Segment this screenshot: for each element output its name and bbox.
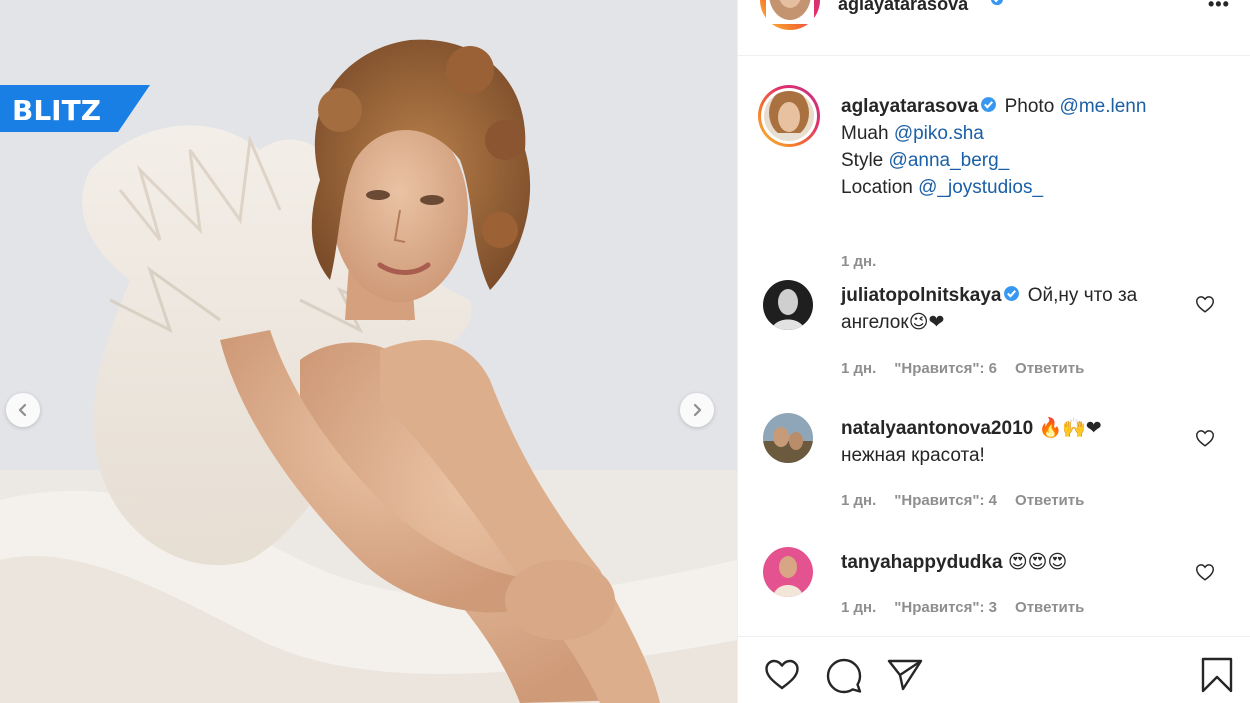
bookmark-icon (1201, 657, 1233, 693)
heart-icon (765, 659, 799, 690)
comment-emoji: 🔥🙌❤ (1038, 417, 1102, 439)
post-photo[interactable]: BLITZ (0, 0, 737, 703)
caption-avatar-image (764, 91, 814, 141)
comments-list[interactable]: aglayatarasova Photo @me.lenn Muah @piko… (738, 57, 1250, 635)
more-options-button[interactable]: ••• (1208, 0, 1230, 15)
comment-time[interactable]: 1 дн. (841, 492, 876, 509)
comment-time[interactable]: 1 дн. (841, 599, 876, 616)
post-action-bar (738, 636, 1250, 703)
comment-item: natalyaantonova2010 🔥🙌❤ нежная красота! … (738, 413, 1250, 523)
comment-text: tanyahappydudka 😍😍😍 (841, 549, 1181, 576)
chevron-left-icon (18, 403, 27, 417)
reply-button[interactable]: Ответить (1015, 360, 1084, 377)
comment-meta: 1 дн. "Нравится": 3 Ответить (841, 599, 1084, 616)
comment-item: tanyahappydudka 😍😍😍 1 дн. "Нравится": 3 … (738, 547, 1250, 627)
author-avatar-image (766, 0, 814, 24)
like-comment-heart-icon[interactable] (1194, 427, 1216, 449)
comment-bubble-icon (826, 658, 862, 694)
previous-photo-button[interactable] (6, 393, 40, 427)
commenter-avatar-image (763, 280, 813, 330)
reply-button[interactable]: Ответить (1015, 492, 1084, 509)
header-username[interactable]: aglayatarasova (838, 0, 968, 15)
chevron-right-icon (693, 403, 702, 417)
like-button[interactable] (762, 655, 802, 695)
share-button[interactable] (885, 655, 925, 695)
comment-time[interactable]: 1 дн. (841, 360, 876, 377)
caption-location-label: Location (841, 177, 913, 198)
verified-badge-icon (981, 97, 997, 112)
caption-timestamp[interactable]: 1 дн. (841, 253, 876, 270)
save-button[interactable] (1197, 655, 1237, 695)
caption-style-label: Style (841, 150, 884, 171)
like-comment-heart-icon[interactable] (1194, 561, 1216, 583)
comment-emoji: 😍😍😍 (1007, 551, 1068, 573)
mention-location[interactable]: @_joystudios_ (918, 177, 1043, 198)
caption-author-avatar[interactable] (758, 85, 820, 147)
commenter-avatar[interactable] (763, 280, 813, 330)
reply-button[interactable]: Ответить (1015, 599, 1084, 616)
mention-muah[interactable]: @piko.sha (894, 123, 984, 144)
comment-meta: 1 дн. "Нравится": 4 Ответить (841, 492, 1084, 509)
comment-item: juliatopolnitskaya Ой,ну что за ангелок😉… (738, 280, 1250, 390)
caption-muah-label: Muah (841, 123, 889, 144)
like-comment-heart-icon[interactable] (1194, 293, 1216, 315)
post-side-panel: aglayatarasova ••• aglayatarasova Photo … (737, 0, 1250, 703)
commenter-avatar[interactable] (763, 413, 813, 463)
comment-text: juliatopolnitskaya Ой,ну что за ангелок😉… (841, 282, 1181, 336)
comment-likes[interactable]: "Нравится": 4 (894, 492, 997, 509)
post-header: aglayatarasova ••• (738, 0, 1250, 56)
comment-meta: 1 дн. "Нравится": 6 Ответить (841, 360, 1084, 377)
author-avatar[interactable] (760, 0, 820, 30)
comment-likes[interactable]: "Нравится": 6 (894, 360, 997, 377)
commenter-avatar[interactable] (763, 547, 813, 597)
commenter-avatar-image (763, 547, 813, 597)
mention-photographer[interactable]: @me.lenn (1060, 96, 1147, 117)
caption-username[interactable]: aglayatarasova (841, 96, 978, 117)
commenter-avatar-image (763, 413, 813, 463)
blitz-logo-text: BLITZ (12, 94, 102, 127)
comment-likes[interactable]: "Нравится": 3 (894, 599, 997, 616)
comment-username[interactable]: tanyahappydudka (841, 552, 1003, 573)
next-photo-button[interactable] (680, 393, 714, 427)
comment-button[interactable] (824, 655, 864, 695)
verified-badge-icon (990, 0, 1004, 6)
comment-text: natalyaantonova2010 🔥🙌❤ нежная красота! (841, 415, 1181, 469)
paper-plane-icon (887, 659, 923, 691)
mention-stylist[interactable]: @anna_berg_ (889, 150, 1010, 171)
comment-username[interactable]: juliatopolnitskaya (841, 285, 1001, 306)
verified-badge-icon (1004, 286, 1020, 301)
comment-body: нежная красота! (841, 445, 985, 466)
caption-text: aglayatarasova Photo @me.lenn Muah @piko… (841, 93, 1201, 201)
comment-username[interactable]: natalyaantonova2010 (841, 418, 1033, 439)
caption-photo-label: Photo (1004, 96, 1055, 117)
comment-emoji: 😉❤ (908, 311, 945, 333)
blitz-watermark: BLITZ (0, 85, 150, 132)
